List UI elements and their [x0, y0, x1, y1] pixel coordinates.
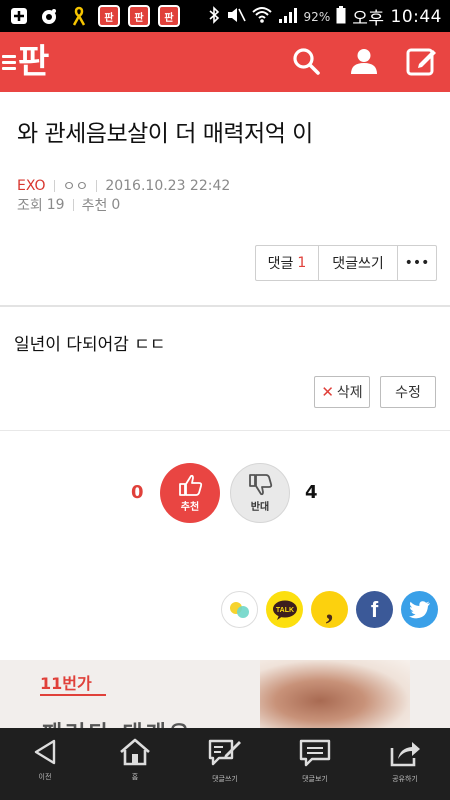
compose-icon: [406, 48, 436, 76]
ad-text: 패러다 대개요: [42, 716, 192, 728]
facebook-icon: f: [370, 596, 379, 622]
kakaotalk-share-button[interactable]: TALK: [266, 591, 303, 628]
views-label: 조회: [17, 198, 43, 214]
post-meta: EXO ㅇㅇ 2016.10.23 22:42: [17, 176, 230, 196]
nav-home-label: 홈: [131, 773, 139, 781]
views-count: 19: [46, 197, 65, 213]
nav-view-comments[interactable]: 댓글보기: [270, 728, 360, 800]
kakaostory-icon: ,: [325, 592, 334, 626]
post-author[interactable]: EXO: [17, 178, 46, 194]
battery-icon: [336, 5, 346, 28]
status-bar-system: 92% 오후 10:44: [208, 4, 442, 29]
mute-icon: [226, 6, 246, 28]
pann-app-notification-icon: 판: [128, 5, 150, 27]
ribbon-icon: [68, 5, 90, 27]
nav-write-comment-label: 댓글쓰기: [212, 775, 238, 783]
comments-count: 1: [297, 255, 307, 271]
app-logo[interactable]: 판: [2, 40, 49, 84]
nav-view-comments-label: 댓글보기: [302, 775, 328, 783]
more-button[interactable]: •••: [398, 246, 436, 280]
compose-button[interactable]: [404, 42, 440, 80]
recommend-count: 0: [111, 197, 121, 213]
share-buttons: TALK , f: [221, 591, 438, 628]
nav-share[interactable]: 공유하기: [360, 728, 450, 800]
bluetooth-icon: [208, 5, 220, 28]
profile-button[interactable]: [346, 42, 382, 80]
twitter-icon: [408, 600, 430, 618]
write-comment-button[interactable]: 댓글쓰기: [319, 246, 398, 280]
write-comment-icon: [208, 739, 241, 766]
delete-label: 삭제: [336, 385, 363, 401]
oppose-vote-button[interactable]: 반대: [230, 463, 290, 523]
battery-percent: 92%: [303, 9, 331, 24]
twitter-share-button[interactable]: [401, 591, 438, 628]
post-author-sub: ㅇㅇ: [62, 179, 89, 195]
post-date: 2016.10.23 22:42: [105, 178, 231, 194]
person-icon: [351, 49, 377, 74]
pann-app-notification-icon: 판: [158, 5, 180, 27]
status-bar: 판 판 판 92% 오후 10:44: [0, 0, 450, 32]
post-body: 일년이 다되어감 ㄷㄷ: [14, 335, 166, 355]
nav-write-comment[interactable]: 댓글쓰기: [180, 728, 270, 800]
view-comments-icon: [299, 739, 331, 767]
delete-button[interactable]: ✕ 삭제: [314, 376, 370, 408]
oppose-vote-label: 반대: [250, 502, 270, 513]
comments-label: 댓글: [267, 256, 294, 272]
camera-notification-icon: [38, 5, 60, 27]
meta-separator: [72, 199, 74, 211]
search-button[interactable]: [288, 42, 324, 80]
comment-toolbar: 댓글 1 댓글쓰기 •••: [255, 245, 437, 281]
home-icon: [120, 738, 150, 766]
kakaostory-share-button[interactable]: ,: [311, 591, 348, 628]
thumbs-down-icon: [249, 474, 273, 496]
meta-separator: [96, 180, 98, 192]
edit-actions: ✕ 삭제 수정: [314, 376, 436, 408]
status-bar-notifications: 판 판 판: [8, 5, 180, 27]
svg-text:TALK: TALK: [275, 607, 293, 614]
post-stats: 조회 19 추천 0: [17, 195, 120, 215]
add-notification-icon: [8, 5, 30, 27]
comments-button[interactable]: 댓글 1: [256, 246, 319, 280]
nav-back[interactable]: 이전: [0, 728, 90, 800]
nav-share-label: 공유하기: [392, 775, 418, 783]
ad-logo: 11번가: [40, 670, 106, 696]
divider: [0, 305, 450, 307]
nav-back-label: 이전: [38, 773, 52, 781]
recommend-label: 추천: [81, 198, 108, 214]
modify-button[interactable]: 수정: [380, 376, 436, 408]
kakaotalk-icon: TALK: [272, 600, 297, 620]
menu-icon[interactable]: [2, 54, 16, 70]
band-share-button[interactable]: [221, 591, 258, 628]
share-icon: [390, 742, 420, 767]
band-icon: [229, 601, 249, 618]
search-icon: [293, 48, 320, 75]
ad-banner[interactable]: 11번가 패러다 대개요: [0, 660, 450, 728]
oppose-vote-count: 4: [305, 482, 318, 503]
wifi-icon: [251, 6, 272, 28]
thumbs-up-icon: [179, 474, 203, 496]
app-header: 판: [0, 32, 450, 92]
status-time-prefix: 오후: [352, 9, 385, 29]
post-title: 와 관세음보살이 더 매력저억 이: [17, 121, 313, 147]
back-icon: [34, 739, 56, 765]
facebook-share-button[interactable]: f: [356, 591, 393, 628]
recommend-vote-count: 0: [131, 482, 144, 503]
bottom-nav: 이전 홈 댓글쓰기 댓글보기 공유하기: [0, 728, 450, 800]
logo-text: 판: [18, 42, 50, 82]
divider: [0, 430, 450, 431]
meta-separator: [53, 180, 55, 192]
ad-image: [260, 660, 410, 728]
close-icon: ✕: [321, 383, 334, 401]
recommend-vote-label: 추천: [180, 502, 200, 513]
nav-home[interactable]: 홈: [90, 728, 180, 800]
pann-app-notification-icon: 판: [98, 5, 120, 27]
header-actions: [288, 42, 440, 80]
signal-icon: [278, 6, 298, 28]
recommend-vote-button[interactable]: 추천: [160, 463, 220, 523]
status-time: 10:44: [390, 6, 442, 27]
